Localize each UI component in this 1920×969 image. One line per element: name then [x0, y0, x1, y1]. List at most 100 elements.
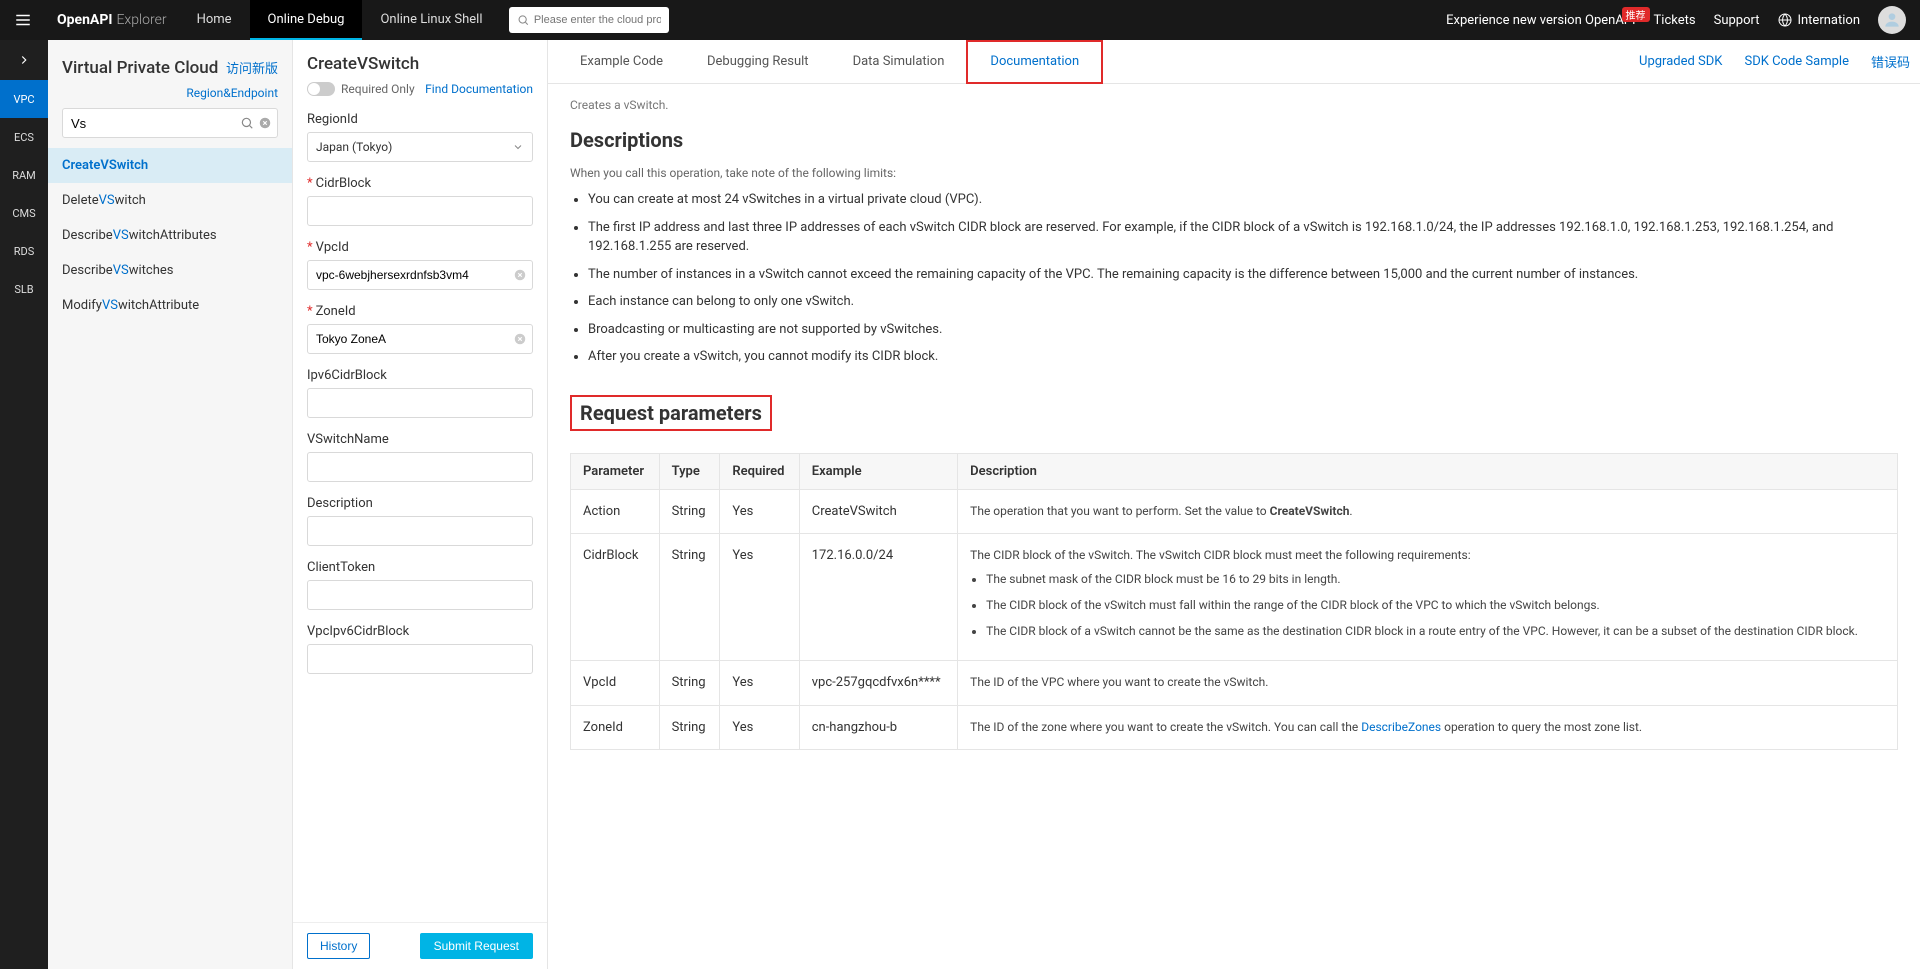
descriptions-heading: Descriptions	[570, 128, 1898, 152]
support-link[interactable]: Support	[1714, 13, 1760, 28]
zoneid-input[interactable]	[307, 324, 533, 354]
field-vpcid: *VpcId	[307, 240, 533, 290]
api-item-describevswitchattributes[interactable]: DescribeVSwitchAttributes	[48, 218, 292, 253]
tab-data-simulation[interactable]: Data Simulation	[831, 40, 967, 84]
cell-param: Action	[571, 489, 660, 534]
mini-sidebar-expand[interactable]	[0, 40, 48, 80]
logo[interactable]: OpenAPI Explorer	[45, 12, 179, 28]
tab-documentation[interactable]: Documentation	[966, 40, 1103, 84]
internation-label: Internation	[1797, 13, 1860, 28]
table-row: Action String Yes CreateVSwitch The oper…	[571, 489, 1898, 534]
cidr-req-bullet: The CIDR block of the vSwitch must fall …	[986, 596, 1885, 614]
submit-request-button[interactable]: Submit Request	[420, 933, 533, 959]
mini-item-cms[interactable]: CMS	[0, 194, 48, 232]
cell-example: 172.16.0.0/24	[799, 534, 957, 661]
field-label: *ZoneId	[307, 304, 533, 319]
cidrblock-input[interactable]	[307, 196, 533, 226]
clear-icon[interactable]	[258, 116, 272, 130]
table-row: ZoneId String Yes cn-hangzhou-b The ID o…	[571, 705, 1898, 750]
api-item-modifyvswitchattribute[interactable]: ModifyVSwitchAttribute	[48, 288, 292, 323]
cell-required: Yes	[720, 705, 799, 750]
th-required: Required	[720, 453, 799, 489]
sdk-code-sample-link[interactable]: SDK Code Sample	[1744, 54, 1849, 69]
mini-item-slb[interactable]: SLB	[0, 270, 48, 308]
vpcid-input[interactable]	[307, 260, 533, 290]
field-ipv6cidrblock: Ipv6CidrBlock	[307, 368, 533, 418]
required-only-label: Required Only	[341, 82, 415, 96]
ipv6cidrblock-input[interactable]	[307, 388, 533, 418]
required-only-toggle[interactable]	[307, 82, 335, 96]
params-panel: CreateVSwitch Required Only Find Documen…	[293, 40, 548, 969]
desc-bullet: After you create a vSwitch, you cannot m…	[588, 347, 1898, 367]
api-name-title: CreateVSwitch	[307, 54, 533, 74]
field-label: Ipv6CidrBlock	[307, 368, 533, 383]
vswitchname-input[interactable]	[307, 452, 533, 482]
global-search-input[interactable]	[534, 14, 661, 26]
field-label: ClientToken	[307, 560, 533, 575]
search-icon[interactable]	[240, 116, 254, 130]
tab-debugging-result[interactable]: Debugging Result	[685, 40, 831, 84]
global-search[interactable]	[509, 7, 669, 33]
history-button[interactable]: History	[307, 933, 370, 959]
chevron-right-icon	[17, 53, 31, 67]
region-endpoint-link[interactable]: Region&Endpoint	[48, 86, 292, 108]
tickets-link[interactable]: Tickets	[1654, 13, 1696, 28]
nav-tabs: Home Online Debug Online Linux Shell	[179, 0, 501, 40]
mini-item-vpc[interactable]: VPC	[0, 80, 48, 118]
new-version-label: Experience new version OpenAPI	[1446, 13, 1635, 28]
api-item-deletevswitch[interactable]: DeleteVSwitch	[48, 183, 292, 218]
th-type: Type	[659, 453, 720, 489]
describezones-link[interactable]: DescribeZones	[1361, 720, 1441, 734]
cell-description: The ID of the VPC where you want to crea…	[958, 661, 1898, 706]
header-bar: OpenAPI Explorer Home Online Debug Onlin…	[0, 0, 1920, 40]
params-toggle-row: Required Only Find Documentation	[307, 82, 533, 96]
nav-tab-home[interactable]: Home	[179, 0, 250, 40]
clear-icon[interactable]	[513, 332, 527, 346]
mini-item-ram[interactable]: RAM	[0, 156, 48, 194]
params-footer: History Submit Request	[293, 922, 547, 969]
internation-link[interactable]: Internation	[1777, 12, 1860, 28]
api-title-row: Virtual Private Cloud 访问新版	[48, 50, 292, 86]
field-label: Description	[307, 496, 533, 511]
error-code-link[interactable]: 错误码	[1871, 52, 1910, 71]
clear-icon[interactable]	[513, 268, 527, 282]
nav-tab-online-debug[interactable]: Online Debug	[250, 0, 363, 40]
field-label: VpcIpv6CidrBlock	[307, 624, 533, 639]
field-zoneid: *ZoneId	[307, 304, 533, 354]
new-version-link[interactable]: 访问新版	[226, 58, 278, 77]
cell-example: CreateVSwitch	[799, 489, 957, 534]
clienttoken-input[interactable]	[307, 580, 533, 610]
mini-item-rds[interactable]: RDS	[0, 232, 48, 270]
upgraded-sdk-link[interactable]: Upgraded SDK	[1639, 54, 1722, 69]
nav-tab-linux-shell[interactable]: Online Linux Shell	[362, 0, 500, 40]
cell-required: Yes	[720, 489, 799, 534]
recommend-badge: 推荐	[1622, 7, 1650, 22]
vpcipv6cidrblock-input[interactable]	[307, 644, 533, 674]
doc-intro: Creates a vSwitch.	[570, 98, 1898, 112]
hamburger-menu[interactable]	[0, 0, 45, 40]
field-label: VSwitchName	[307, 432, 533, 447]
product-title: Virtual Private Cloud	[62, 58, 226, 78]
field-description: Description	[307, 496, 533, 546]
api-item-describevswitches[interactable]: DescribeVSwitches	[48, 253, 292, 288]
avatar[interactable]	[1878, 6, 1906, 34]
mini-sidebar: VPC ECS RAM CMS RDS SLB	[0, 40, 48, 969]
api-item-createvswitch[interactable]: CreateVSwitch	[48, 148, 292, 183]
tab-example-code[interactable]: Example Code	[558, 40, 685, 84]
cell-description: The CIDR block of the vSwitch. The vSwit…	[958, 534, 1898, 661]
cell-type: String	[659, 534, 720, 661]
chevron-down-icon	[512, 141, 524, 153]
logo-bold: OpenAPI	[57, 12, 112, 28]
cell-param: CidrBlock	[571, 534, 660, 661]
table-header-row: Parameter Type Required Example Descript…	[571, 453, 1898, 489]
find-documentation-link[interactable]: Find Documentation	[425, 82, 533, 96]
params-head: CreateVSwitch Required Only Find Documen…	[293, 40, 547, 102]
params-body: RegionId Japan (Tokyo) *CidrBlock *VpcId	[293, 102, 547, 922]
header-right: Experience new version OpenAPI 推荐 Ticket…	[1446, 6, 1920, 34]
description-input[interactable]	[307, 516, 533, 546]
cell-param: ZoneId	[571, 705, 660, 750]
experience-new-version-link[interactable]: Experience new version OpenAPI 推荐	[1446, 13, 1635, 28]
regionid-select[interactable]: Japan (Tokyo)	[307, 132, 533, 162]
required-only-toggle-wrap: Required Only	[307, 82, 415, 96]
mini-item-ecs[interactable]: ECS	[0, 118, 48, 156]
